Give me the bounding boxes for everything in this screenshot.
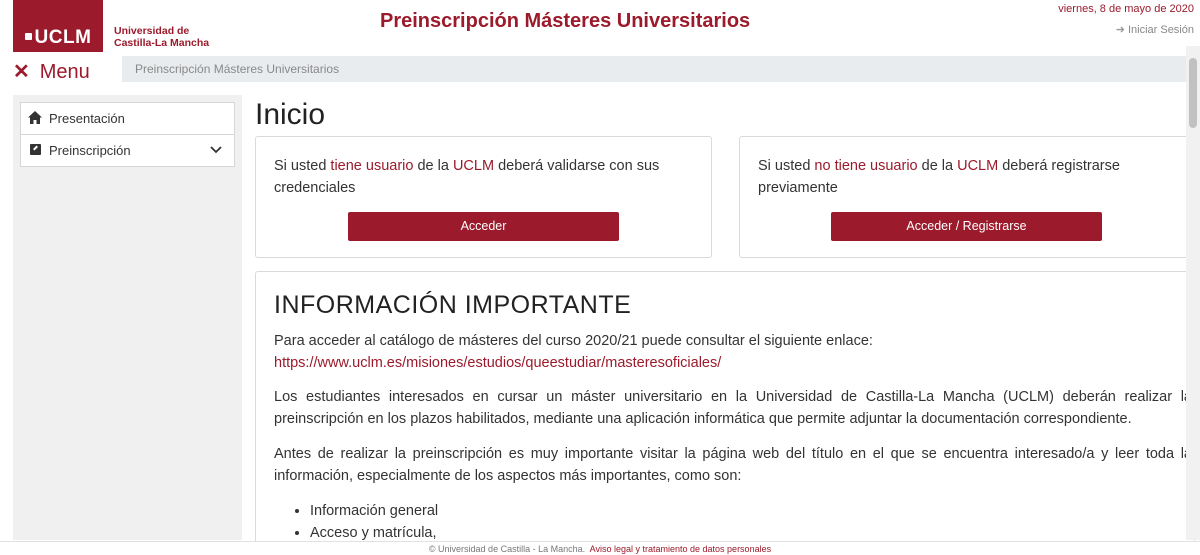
existing-user-card: Si usted tiene usuario de la UCLM deberá… <box>255 136 712 258</box>
new-user-text: Si usted no tiene usuario de la UCLM deb… <box>758 158 1120 196</box>
catalog-text: Para acceder al catálogo de másteres del… <box>274 333 873 349</box>
acceder-button[interactable]: Acceder <box>348 212 619 241</box>
university-name: Universidad de Castilla-La Mancha <box>114 25 210 49</box>
menu-toggle-button[interactable]: ✕ Menu <box>13 59 90 84</box>
info-paragraph-1: Para acceder al catálogo de másteres del… <box>274 330 1192 374</box>
sidebar-item-label: Preinscripción <box>49 143 131 158</box>
logo-mark-icon <box>24 33 32 40</box>
sidebar-item-presentacion[interactable]: Presentación <box>20 102 235 135</box>
close-icon: ✕ <box>13 61 30 83</box>
footer-copyright: © Universidad de Castilla - La Mancha. <box>428 544 586 554</box>
chevron-down-icon <box>210 141 222 157</box>
university-name-line2: Castilla-La Mancha <box>114 36 210 49</box>
legal-notice-link[interactable]: Aviso legal y tratamiento de datos perso… <box>590 544 771 554</box>
info-paragraph-3: Antes de realizar la preinscripción es m… <box>274 446 1192 484</box>
sign-in-icon: ➜ <box>1115 24 1125 36</box>
important-info-panel: INFORMACIÓN IMPORTANTE Para acceder al c… <box>255 271 1195 555</box>
page-title: Inicio <box>255 98 326 131</box>
breadcrumb: Preinscripción Másteres Universitarios <box>122 56 1196 82</box>
sidebar-item-preinscripcion[interactable]: Preinscripción <box>20 134 235 167</box>
site-title: Preinscripción Másteres Universitarios <box>380 10 751 32</box>
list-item: Información general <box>310 500 438 522</box>
site-footer: © Universidad de Castilla - La Mancha. A… <box>0 541 1200 555</box>
edit-icon <box>28 143 42 157</box>
register-button[interactable]: Acceder / Registrarse <box>831 212 1102 241</box>
sidebar-item-label: Presentación <box>49 111 125 126</box>
uclm-logo[interactable]: UCLM <box>13 0 103 52</box>
sidebar: Presentación Preinscripción <box>13 95 242 540</box>
breadcrumb-current: Preinscripción Másteres Universitarios <box>135 62 340 76</box>
home-icon <box>28 111 42 125</box>
info-list: Información general Acceso y matrícula, <box>310 500 438 544</box>
site-header: UCLM Universidad de Castilla-La Mancha P… <box>0 0 1200 58</box>
info-paragraph-2: Los estudiantes interesados en cursar un… <box>274 389 1192 427</box>
info-heading: INFORMACIÓN IMPORTANTE <box>274 291 632 319</box>
university-name-line1: Universidad de <box>114 25 190 37</box>
catalog-link[interactable]: https://www.uclm.es/misiones/estudios/qu… <box>274 355 721 371</box>
logo-wordmark: UCLM <box>34 27 92 48</box>
vertical-scrollbar[interactable] <box>1186 46 1200 540</box>
login-link[interactable]: ➜ Iniciar Sesión <box>1116 23 1194 36</box>
existing-user-text: Si usted tiene usuario de la UCLM deberá… <box>274 158 660 196</box>
logo-text: UCLM <box>13 27 103 49</box>
new-user-card: Si usted no tiene usuario de la UCLM deb… <box>739 136 1195 258</box>
scrollbar-thumb[interactable] <box>1189 58 1197 128</box>
login-label: Iniciar Sesión <box>1127 24 1194 36</box>
current-date: viernes, 8 de mayo de 2020 <box>1058 3 1194 15</box>
menu-label: Menu <box>39 61 90 83</box>
